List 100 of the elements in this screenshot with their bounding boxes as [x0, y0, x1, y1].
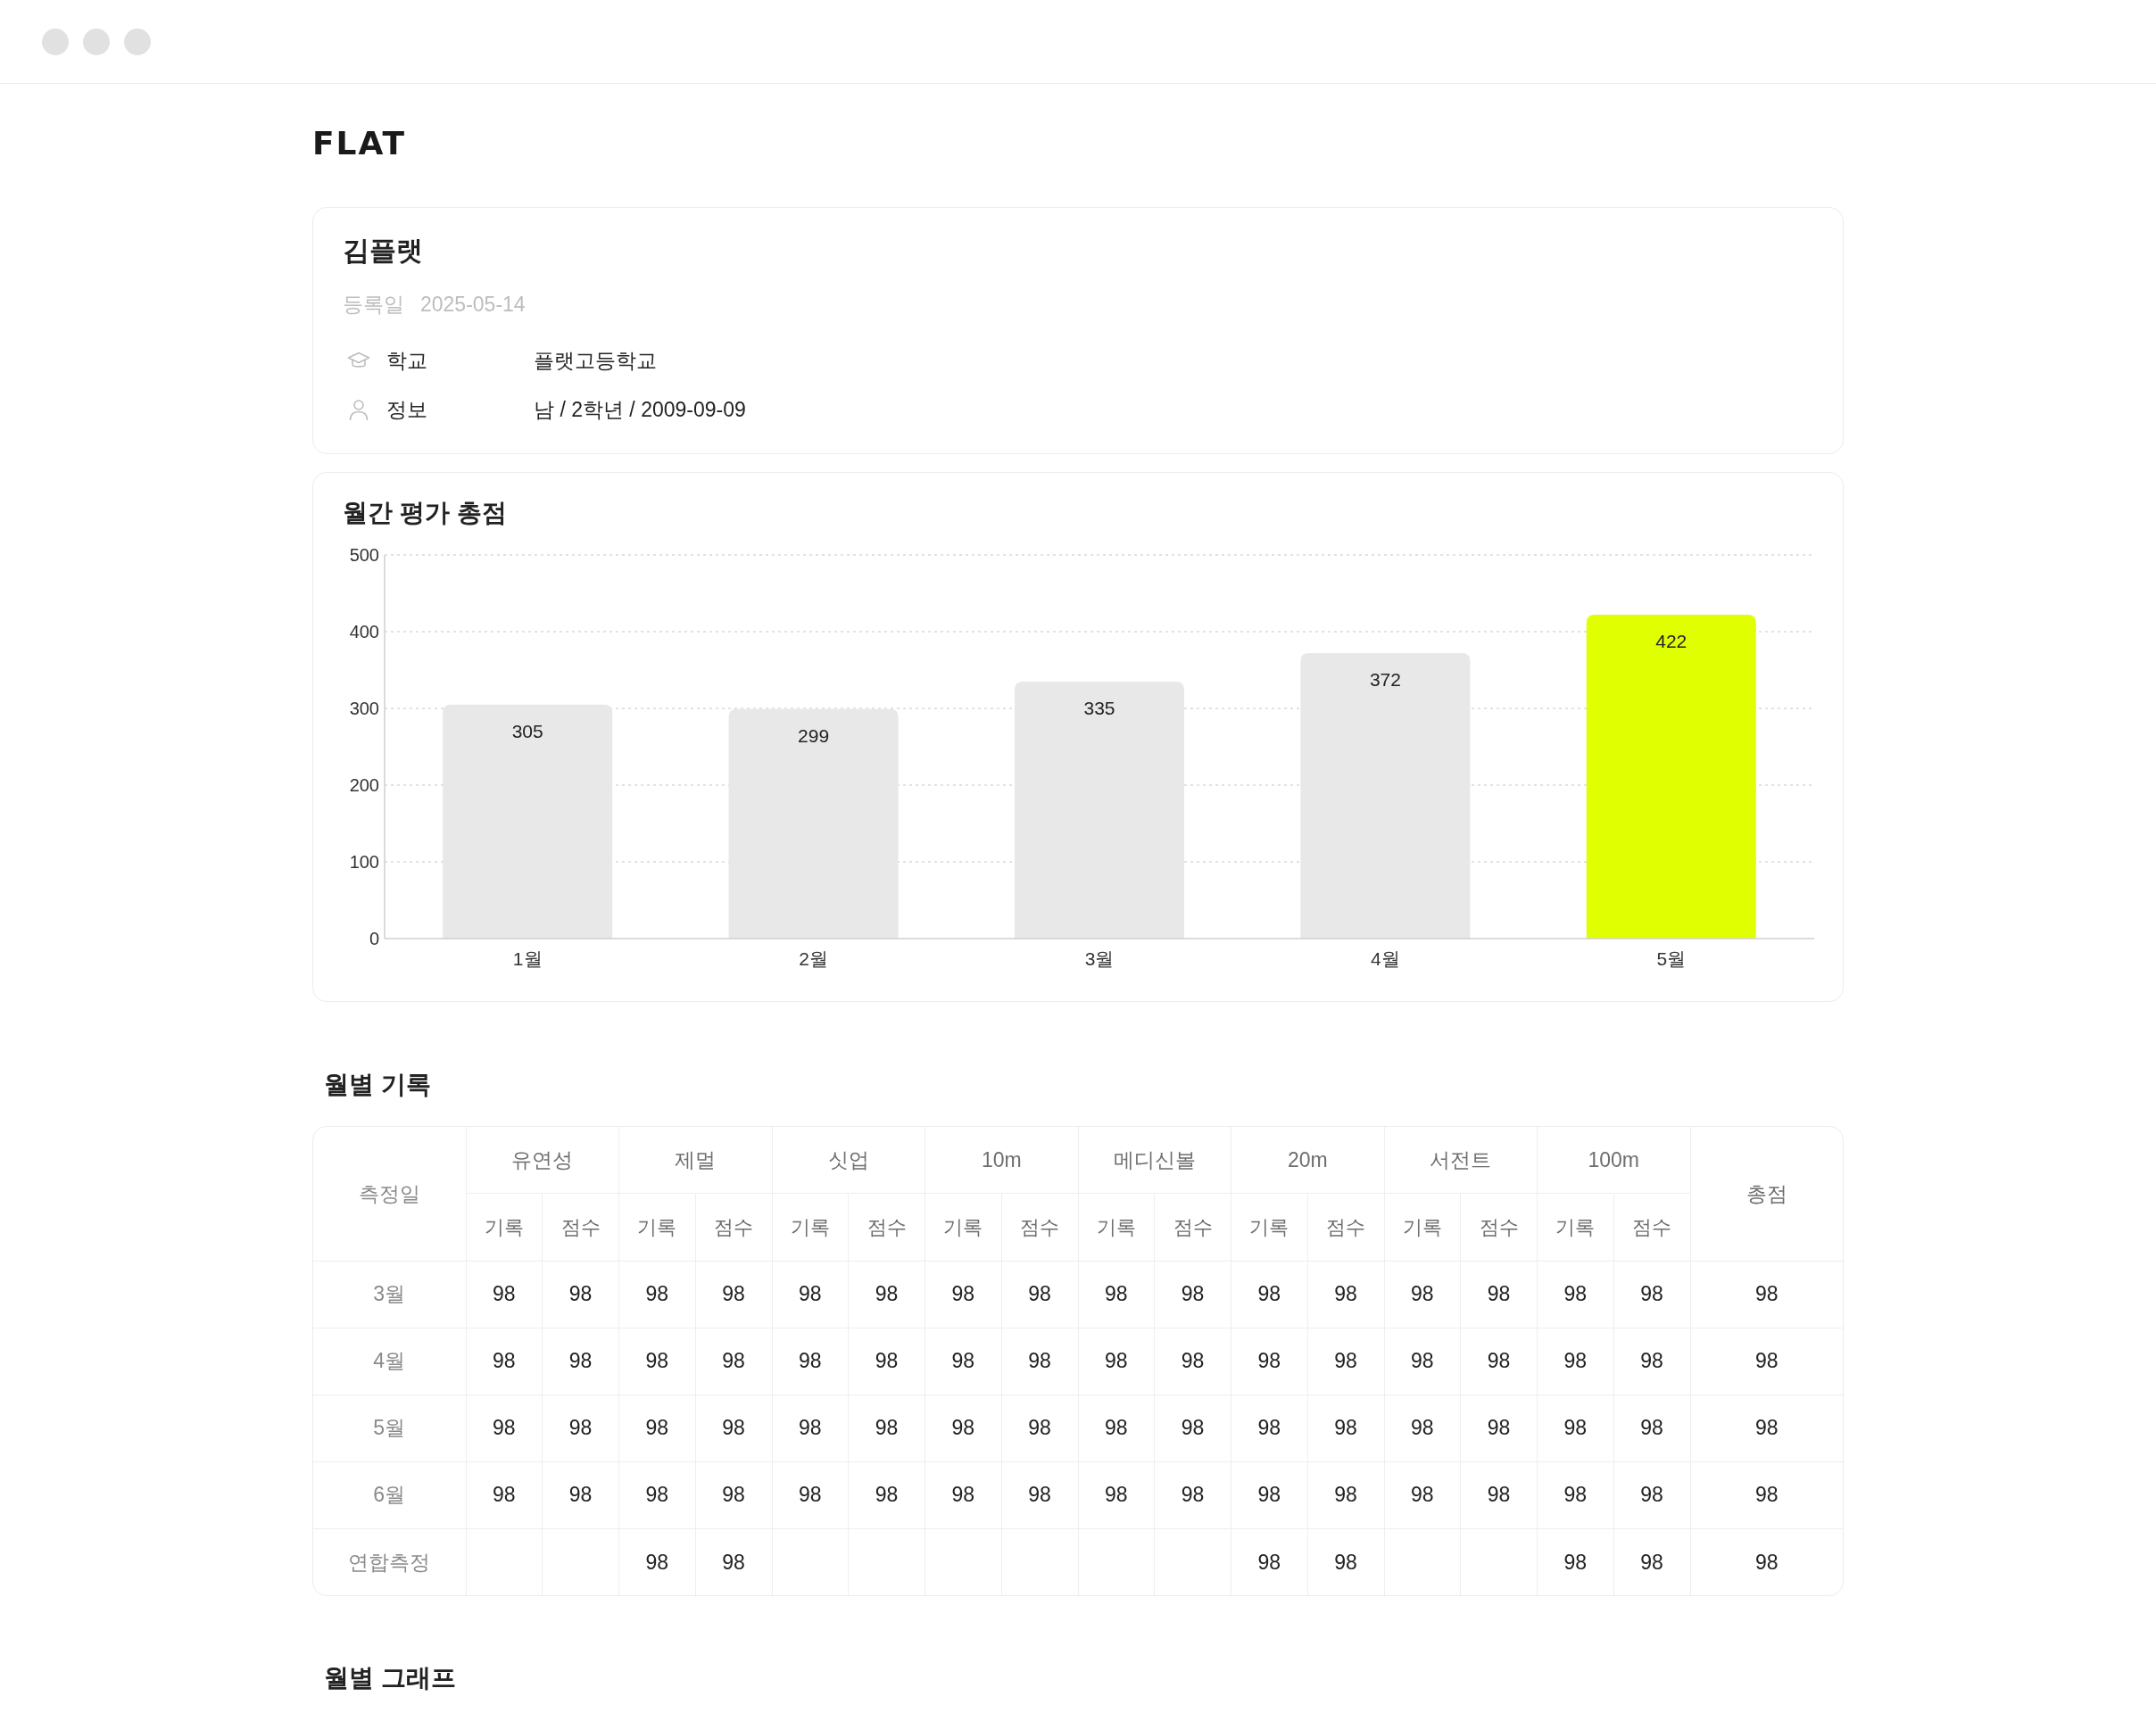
table-cell: 98	[542, 1461, 619, 1528]
bar-value-label: 335	[1083, 697, 1115, 718]
y-axis-label: 400	[349, 622, 379, 641]
column-header: 서전트	[1384, 1127, 1538, 1193]
sub-column-header: 기록	[466, 1193, 543, 1261]
table-cell: 98	[1307, 1328, 1384, 1394]
table-cell: 98	[1078, 1261, 1155, 1328]
table-cell: 98	[1154, 1328, 1231, 1394]
section-title: 월별 기록	[323, 1070, 432, 1100]
sub-column-header: 기록	[1231, 1193, 1308, 1261]
table-cell: 98	[1231, 1394, 1308, 1461]
table-cell: 98	[1078, 1328, 1155, 1394]
sub-column-header: 점수	[542, 1193, 619, 1261]
table-cell: 98	[1154, 1461, 1231, 1528]
table-cell: 98	[466, 1328, 543, 1394]
table-cell: 98	[466, 1261, 543, 1328]
table-cell: 98	[848, 1394, 925, 1461]
table-cell: 98	[1231, 1261, 1308, 1328]
table-cell: 98	[1460, 1394, 1538, 1461]
table-cell: 98	[1537, 1394, 1614, 1461]
row-header: 3월	[313, 1261, 466, 1328]
sub-column-header: 기록	[1078, 1193, 1155, 1261]
table-cell: 98	[772, 1261, 849, 1328]
x-axis-label: 5월	[1656, 948, 1687, 969]
table-cell: 98	[695, 1461, 772, 1528]
table-cell: 98	[1231, 1328, 1308, 1394]
person-icon	[347, 398, 370, 421]
y-axis-label: 0	[369, 929, 379, 948]
table-cell: 98	[1537, 1261, 1614, 1328]
window-control-icon	[42, 28, 69, 55]
info-label: 정보	[386, 397, 428, 423]
window-control-icon	[124, 28, 151, 55]
info-label: 학교	[386, 348, 428, 374]
table-cell: 98	[848, 1261, 925, 1328]
table-cell: 98	[1078, 1394, 1155, 1461]
sub-column-header: 점수	[1460, 1193, 1538, 1261]
table-cell: 98	[1307, 1394, 1384, 1461]
table-cell: 98	[1231, 1461, 1308, 1528]
table-cell: 98	[1613, 1461, 1690, 1528]
bar-value-label: 372	[1369, 669, 1401, 691]
table-cell: 98	[1001, 1261, 1078, 1328]
row-header: 5월	[313, 1394, 466, 1461]
table-cell: 98	[1613, 1261, 1690, 1328]
y-axis-label: 500	[349, 545, 379, 565]
table-cell: 98	[542, 1328, 619, 1394]
bar-value-label: 422	[1655, 631, 1687, 652]
table-cell: 98	[695, 1261, 772, 1328]
registered-date: 2025-05-14	[420, 292, 526, 318]
y-axis-label: 300	[349, 699, 379, 718]
table-cell: 98	[772, 1461, 849, 1528]
table-cell: 98	[695, 1328, 772, 1394]
table-cell: 98	[618, 1394, 696, 1461]
column-header: 메디신볼	[1078, 1127, 1231, 1193]
table-cell: 98	[1384, 1461, 1461, 1528]
table-cell: 98	[772, 1394, 849, 1461]
table-cell: 98	[542, 1394, 619, 1461]
info-value: 플랫고등학교	[534, 348, 657, 374]
table-cell: 98	[848, 1328, 925, 1394]
table-cell: 98	[618, 1261, 696, 1328]
table-cell: 98	[466, 1394, 543, 1461]
table-cell: 98	[1001, 1394, 1078, 1461]
table-cell: 98	[1537, 1328, 1614, 1394]
table-cell: 98	[1460, 1328, 1538, 1394]
table-cell: 98	[1154, 1394, 1231, 1461]
row-header: 4월	[313, 1328, 466, 1394]
table-cell: 98	[695, 1394, 772, 1461]
x-axis-label: 2월	[799, 948, 828, 969]
table-cell: 98	[1307, 1461, 1384, 1528]
x-axis-label: 4월	[1371, 948, 1400, 969]
table-cell: 98	[1384, 1328, 1461, 1394]
table-cell: 98	[1384, 1394, 1461, 1461]
bar-value-label: 305	[511, 720, 543, 741]
sub-column-header: 점수	[848, 1193, 925, 1261]
row-header: 6월	[313, 1461, 466, 1528]
column-header: 100m	[1537, 1127, 1690, 1193]
table-cell: 98	[1613, 1394, 1690, 1461]
x-axis-label: 3월	[1084, 948, 1115, 969]
sub-column-header: 점수	[695, 1193, 772, 1261]
section-title: 월별 그래프	[323, 1663, 457, 1693]
sub-column-header: 기록	[925, 1193, 1002, 1261]
table-cell: 98	[1001, 1461, 1078, 1528]
table-cell: 98	[925, 1394, 1002, 1461]
info-value: 남 / 2학년 / 2009-09-09	[534, 397, 746, 423]
sub-column-header: 기록	[1537, 1193, 1614, 1261]
table-cell: 98	[466, 1461, 543, 1528]
column-header: 유연성	[466, 1127, 619, 1193]
table-cell: 98	[1537, 1461, 1614, 1528]
table-cell: 98	[1613, 1328, 1690, 1394]
table-cell: 98	[848, 1461, 925, 1528]
column-header: 20m	[1231, 1127, 1384, 1193]
sub-column-header: 점수	[1001, 1193, 1078, 1261]
sub-column-header: 점수	[1307, 1193, 1384, 1261]
column-header: 싯업	[772, 1127, 925, 1193]
column-header: 제멀	[618, 1127, 772, 1193]
column-header: 측정일	[313, 1127, 466, 1261]
sub-column-header: 기록	[1384, 1193, 1461, 1261]
table-cell: 98	[772, 1328, 849, 1394]
table-cell: 98	[618, 1461, 696, 1528]
y-axis-label: 100	[349, 852, 379, 872]
logo: FLAT	[312, 130, 407, 157]
